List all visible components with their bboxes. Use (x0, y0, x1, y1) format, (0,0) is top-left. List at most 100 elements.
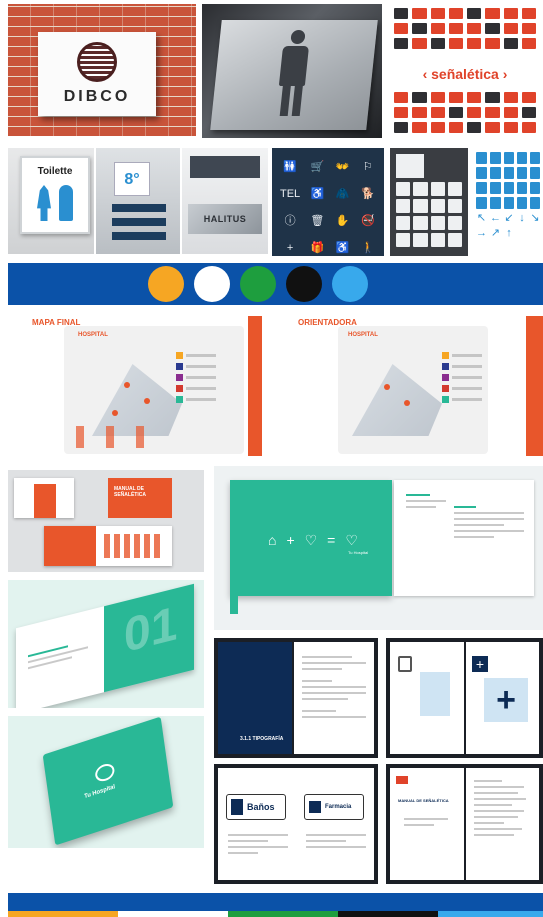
brand-name: Tu Hospital (83, 784, 116, 801)
blue-pictogram-icon (504, 152, 514, 164)
orientadora-map-card: HOSPITAL (338, 326, 488, 454)
icon-rows-bottom (394, 92, 536, 133)
closed-book-mockup: Tu Hospital (8, 716, 204, 848)
logo-spread-mockup: ⌂+♡=♡ Tu Hospital (214, 466, 543, 630)
blue-pictogram-icon (476, 152, 487, 164)
blue-icon-grid: ↖ ← ↙ ↓ ↘ → ↗ ↑ (476, 152, 540, 239)
toilette-sign: Toilette (20, 156, 90, 234)
navy-section-page: 3.1.1 TIPOGRAFÍA (218, 642, 292, 754)
grey-icon-sheet (390, 148, 468, 256)
floor-sign-photo: 8° (96, 148, 180, 254)
stripe-blue (438, 911, 543, 917)
pictogram-icon: 🚻 (283, 161, 297, 173)
halitus-logo: HALITUS (188, 204, 262, 234)
section-title: 3.1.1 TIPOGRAFÍA (240, 736, 284, 742)
blue-pictogram-icon (476, 182, 487, 194)
restroom-icon (231, 799, 243, 815)
orange-accent-bar (526, 316, 543, 456)
dibco-brand-text: DIBCO (63, 88, 131, 105)
hospital-logo: HOSPITAL (348, 332, 378, 338)
pictogram-icon: 🛒 (310, 161, 325, 173)
plus-icon: + (484, 678, 528, 722)
color-palette-band (8, 263, 543, 305)
maps-section: MAPA FINAL HOSPITAL ORIENTADORA HOSPITAL (8, 312, 543, 464)
pictogram-icon: 🧥 (335, 188, 350, 200)
blue-pictogram-icon (490, 197, 501, 209)
farmacia-sign: Farmacia (304, 794, 364, 820)
stripe-orange (8, 911, 118, 917)
page-number: 01 (124, 596, 178, 664)
toilette-sign-photo: Toilette (8, 148, 94, 254)
map-footer-legend (76, 426, 166, 448)
stripe-black (338, 911, 438, 917)
heart-logo-icon (94, 761, 116, 784)
blue-diagram (420, 672, 450, 716)
directory-strip (112, 232, 166, 240)
dibco-plate: DIBCO (38, 32, 156, 116)
banos-label: Baños (247, 802, 275, 812)
open-manual-spread (44, 526, 172, 566)
map-legend (442, 352, 482, 407)
orange-flap (34, 484, 56, 518)
blue-pictogram-icon (530, 152, 540, 164)
pictogram-icon: 👐 (335, 161, 350, 173)
map-marker (112, 410, 118, 416)
pharmacy-icon (309, 801, 321, 813)
hospital-logo: HOSPITAL (78, 332, 108, 338)
blue-icon-sheet: ↖ ← ↙ ↓ ↘ → ↗ ↑ (472, 148, 542, 256)
blue-pictogram-icon (490, 182, 501, 194)
doc-frame: Baños Farmacia (214, 764, 378, 884)
floor-number: 8° (114, 162, 150, 196)
pictogram-icon: 🚶 (361, 242, 375, 254)
manual-doc-title: MANUAL DE SEÑALÉTICA (398, 798, 449, 803)
closed-book: Tu Hospital (42, 716, 174, 846)
bottom-color-bar (8, 893, 543, 917)
banos-sign: Baños (226, 794, 286, 820)
arrow-icon: ↓ (519, 212, 525, 224)
blue-pictogram-icon (504, 197, 514, 209)
map-marker (124, 382, 130, 388)
cover-mockup: MANUAL DE SEÑALÉTICA (8, 470, 204, 572)
swatch-black (286, 266, 322, 302)
blue-pictogram-icon (517, 152, 527, 164)
map-legend (176, 352, 216, 407)
stripe-white (118, 911, 228, 917)
blue-pictogram-icon (504, 182, 514, 194)
blue-pictogram-icon (476, 197, 487, 209)
pictogram-icon: ⚐ (362, 161, 373, 173)
green-page: 01 (104, 583, 194, 693)
man-pictogram-icon (59, 185, 73, 221)
pictogram-page: + + (466, 642, 539, 754)
blue-pictogram-icon (504, 167, 514, 179)
icon-rows-top (394, 8, 536, 49)
pictogram-icon: ⓘ (284, 215, 296, 227)
exit-door-icon (398, 656, 412, 672)
arrow-icon: ↑ (506, 227, 512, 239)
orange-accent-bar (248, 316, 262, 456)
woman-pictogram-icon (37, 185, 51, 221)
arrow-icon: → (476, 227, 487, 239)
blue-pictogram-icon (490, 167, 501, 179)
pictogram-icon: 🚭 (361, 215, 375, 227)
manual-cover: MANUAL DE SEÑALÉTICA (108, 478, 172, 518)
manual-title-page: MANUAL DE SEÑALÉTICA (390, 768, 464, 880)
text-page (294, 642, 374, 754)
doc-frame: MANUAL DE SEÑALÉTICA (386, 764, 543, 884)
plus-icon: + (472, 656, 488, 672)
map-marker (404, 400, 410, 406)
hospital-map (352, 364, 442, 436)
dibco-sign-photo: DIBCO (8, 4, 196, 136)
pictogram-icon: ✋ (335, 215, 350, 227)
globe-logo-icon (77, 42, 117, 82)
index-page (466, 768, 539, 880)
senaletica-label: ‹ señalética › (422, 66, 508, 82)
brand-name-small: Tu Hospital (348, 550, 369, 555)
exit-icon (396, 154, 424, 178)
green-spread-page: ⌂+♡=♡ Tu Hospital (230, 480, 392, 596)
logo-formula: ⌂+♡=♡ (268, 532, 368, 548)
arrow-icon: ↙ (504, 212, 514, 224)
dark-panel (190, 156, 260, 178)
arrow-icon: ↗ (490, 227, 501, 239)
pictogram-icon: ♿ (310, 188, 325, 200)
navy-icon-grid: 🚻 🛒 👐 ⚐ TEL ♿ 🧥 🐕 ⓘ 🗑 ✋ 🚭 + 🎁 ♿ 🚶 (272, 148, 384, 256)
